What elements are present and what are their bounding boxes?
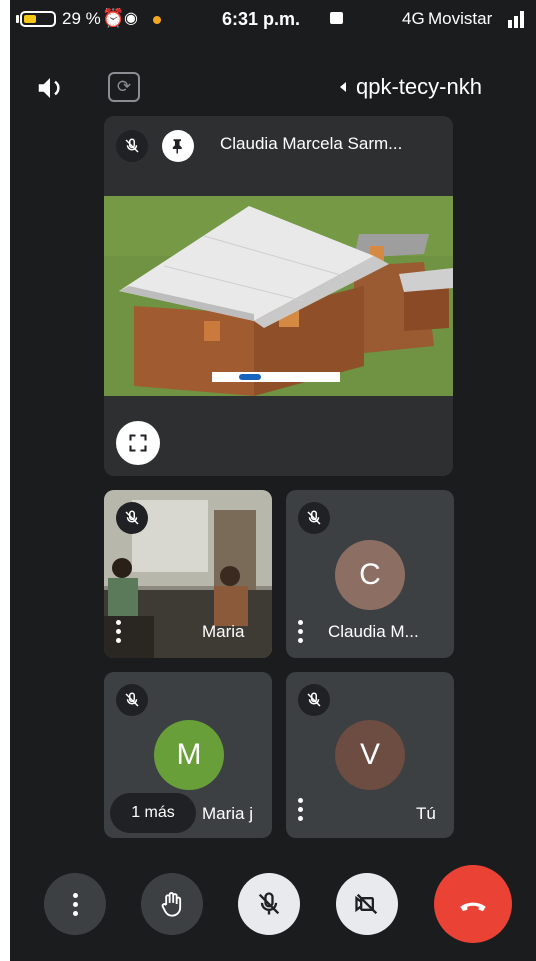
more-options-icon (72, 892, 78, 916)
caret-icon (340, 82, 346, 92)
avatar: V (335, 720, 405, 790)
participant-name: Maria (202, 622, 245, 641)
presenter-name: Claudia Marcela Sarm... (220, 134, 403, 153)
avatar: M (154, 720, 224, 790)
more-participants-pill[interactable]: 1 más (110, 793, 196, 833)
pin-icon (172, 139, 182, 154)
mic-off-icon (116, 684, 148, 716)
participant-tile[interactable]: C Claudia M... (286, 490, 454, 658)
more-options-button[interactable] (44, 873, 106, 935)
network-type: 4G (402, 9, 425, 28)
alarm-icon: ⏰ (102, 8, 125, 28)
more-options-icon[interactable] (297, 620, 303, 643)
video-status-icon (330, 12, 343, 24)
mic-off-icon (298, 684, 330, 716)
end-call-button[interactable] (434, 865, 512, 943)
mic-toggle-button[interactable] (238, 873, 300, 935)
participant-name: Claudia M... (328, 622, 419, 641)
avatar: C (335, 540, 405, 610)
more-options-icon[interactable] (115, 620, 121, 643)
shared-screen-content (104, 196, 453, 396)
speaker-button[interactable] (32, 70, 68, 106)
operator-name: Movistar (428, 9, 493, 28)
notification-dot (153, 16, 161, 24)
raise-hand-button[interactable] (141, 873, 203, 935)
presentation-tile[interactable]: Claudia Marcela Sarm... (104, 116, 453, 476)
switch-camera-button[interactable]: ⟳ (108, 72, 140, 102)
participant-name: Tú (416, 804, 436, 823)
switch-camera-icon: ⟳ (116, 77, 132, 96)
meeting-code: qpk-tecy-nkh (356, 74, 482, 99)
fullscreen-button[interactable] (116, 421, 160, 465)
participant-tile[interactable]: V Tú (286, 672, 454, 838)
pin-button[interactable] (162, 130, 194, 162)
more-options-icon[interactable] (297, 798, 303, 821)
battery-icon (20, 11, 56, 27)
end-call-icon (460, 902, 486, 912)
mic-off-icon (116, 130, 148, 162)
battery-percent: 29 % (62, 9, 101, 28)
camera-toggle-button[interactable] (336, 873, 398, 935)
fullscreen-icon (129, 434, 147, 452)
raise-hand-icon (161, 892, 182, 917)
status-bar: 29 % ⏰ ◉ 6:31 p.m. 4G Movistar (10, 0, 536, 40)
mic-off-icon (258, 892, 280, 915)
mic-off-icon (116, 502, 148, 534)
clock: 6:31 p.m. (222, 9, 301, 29)
camera-off-icon (355, 893, 378, 915)
participant-tile[interactable]: Maria (104, 490, 272, 658)
speaker-icon (38, 78, 60, 98)
mic-off-icon (298, 502, 330, 534)
location-icon: ◉ (124, 10, 138, 27)
participant-name: Maria j (202, 804, 254, 823)
meeting-title[interactable]: qpk-tecy-nkh (340, 74, 482, 100)
signal-icon (508, 10, 528, 28)
meet-call-screen: 29 % ⏰ ◉ 6:31 p.m. 4G Movistar ⟳ qpk-tec… (10, 0, 536, 961)
